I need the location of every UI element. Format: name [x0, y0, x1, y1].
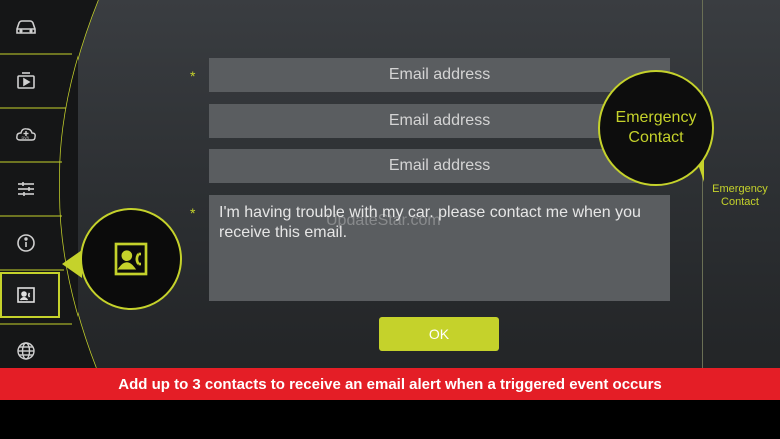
globe-icon [17, 342, 35, 360]
contact-section-bubble [80, 208, 182, 310]
required-marker: * [190, 205, 196, 221]
right-divider [702, 0, 703, 368]
email-field-1[interactable] [209, 58, 670, 92]
sidebar-item-settings[interactable] [0, 166, 80, 212]
dvr-cloud-icon: DVR [16, 128, 36, 141]
car-icon [16, 20, 36, 34]
media-icon [17, 72, 35, 89]
sidebar-item-dvr[interactable]: DVR [0, 112, 80, 158]
help-banner: Add up to 3 contacts to receive an email… [0, 368, 780, 400]
dvr-label: DVR [22, 136, 30, 140]
email-field-3[interactable] [209, 149, 670, 183]
info-icon [17, 234, 35, 252]
page-title-bubble: Emergency Contact [598, 70, 714, 186]
sliders-icon [18, 182, 34, 196]
message-textarea[interactable]: I'm having trouble with my car. please c… [209, 195, 670, 301]
sidebar-item-media[interactable] [0, 58, 80, 104]
contact-card-icon [17, 287, 35, 303]
required-marker: * [190, 68, 196, 84]
sidebar-nav: DVR [0, 0, 80, 368]
sidebar-item-language[interactable] [0, 328, 80, 368]
sidebar-item-vehicle[interactable] [0, 4, 80, 50]
contact-card-icon [114, 242, 148, 276]
ok-button[interactable]: OK [379, 317, 499, 351]
left-bubble-pointer [62, 250, 82, 278]
page-title: Emergency Contact [615, 109, 697, 146]
app-screen: DVR * Email address Email address Email … [0, 0, 780, 368]
help-banner-text: Add up to 3 contacts to receive an email… [118, 375, 662, 393]
sidebar-item-emergency-contact[interactable] [0, 272, 60, 318]
watermark: UpdateStar.com [326, 212, 441, 229]
right-panel-label: Emergency Contact [712, 183, 768, 208]
